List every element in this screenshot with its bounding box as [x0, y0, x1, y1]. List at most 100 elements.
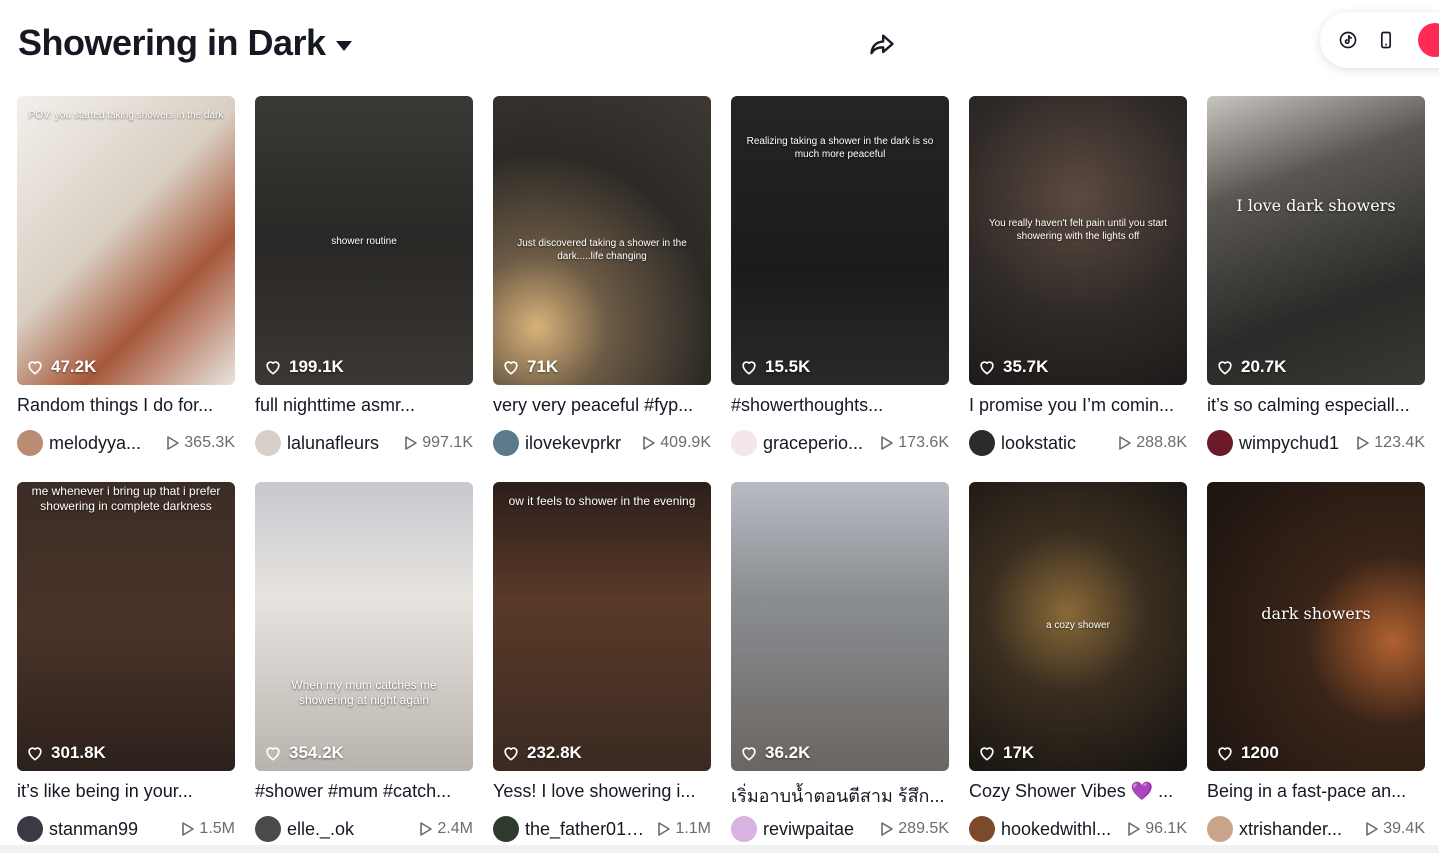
video-caption[interactable]: Random things I do for...: [17, 395, 235, 417]
video-caption[interactable]: very very peaceful #fyp...: [493, 395, 711, 417]
video-meta: reviwpaitae 289.5K: [731, 816, 949, 842]
avatar[interactable]: [1207, 430, 1233, 456]
video-caption[interactable]: Being in a fast-pace an...: [1207, 781, 1425, 803]
author-link[interactable]: ilovekevprkr: [493, 430, 621, 456]
tiktok-icon[interactable]: [1336, 28, 1360, 52]
video-caption[interactable]: it’s like being in your...: [17, 781, 235, 803]
author-name[interactable]: hookedwithl...: [1001, 819, 1111, 840]
video-caption[interactable]: #shower #mum #catch...: [255, 781, 473, 803]
author-link[interactable]: stanman99: [17, 816, 138, 842]
author-name[interactable]: reviwpaitae: [763, 819, 854, 840]
author-link[interactable]: reviwpaitae: [731, 816, 854, 842]
author-link[interactable]: lookstatic: [969, 430, 1076, 456]
video-caption[interactable]: #showerthoughts...: [731, 395, 949, 417]
like-count-text: 47.2K: [51, 357, 97, 376]
video-caption[interactable]: เริ่มอาบน้ำตอนตีสาม รู้สึก...: [731, 781, 949, 803]
like-count: 354.2K: [263, 743, 344, 763]
phone-icon[interactable]: [1374, 28, 1398, 52]
view-count-text: 173.6K: [898, 434, 949, 451]
avatar[interactable]: [255, 816, 281, 842]
heart-icon: [977, 743, 997, 763]
video-card[interactable]: shower routine 199.1K full nighttime asm…: [255, 96, 473, 482]
page-title: Showering in Dark: [18, 22, 326, 63]
video-thumbnail[interactable]: I love dark showers 20.7K: [1207, 96, 1425, 385]
author-name[interactable]: elle._.ok: [287, 819, 354, 840]
video-caption[interactable]: full nighttime asmr...: [255, 395, 473, 417]
avatar[interactable]: [493, 430, 519, 456]
video-card[interactable]: dark showers 1200 Being in a fast-pace a…: [1207, 482, 1425, 853]
video-thumbnail[interactable]: 36.2K: [731, 482, 949, 771]
video-thumbnail[interactable]: shower routine 199.1K: [255, 96, 473, 385]
video-meta: the_father0173 1.1M: [493, 816, 711, 842]
video-thumbnail[interactable]: When my mum catches me showering at nigh…: [255, 482, 473, 771]
video-card[interactable]: Just discovered taking a shower in the d…: [493, 96, 711, 482]
record-button[interactable]: [1418, 23, 1439, 57]
video-meta: stanman99 1.5M: [17, 816, 235, 842]
author-link[interactable]: wimpychud1: [1207, 430, 1339, 456]
like-count-text: 35.7K: [1003, 357, 1049, 376]
video-card[interactable]: You really haven't felt pain until you s…: [969, 96, 1187, 482]
like-count-text: 354.2K: [289, 743, 344, 762]
video-overlay-text: You really haven't felt pain until you s…: [988, 218, 1168, 242]
video-card[interactable]: 36.2K เริ่มอาบน้ำตอนตีสาม รู้สึก... revi…: [731, 482, 949, 853]
avatar[interactable]: [731, 430, 757, 456]
avatar[interactable]: [731, 816, 757, 842]
video-card[interactable]: POV: you started taking showers in the d…: [17, 96, 235, 482]
video-card[interactable]: I love dark showers 20.7K it’s so calmin…: [1207, 96, 1425, 482]
view-count: 997.1K: [404, 434, 473, 452]
avatar[interactable]: [255, 430, 281, 456]
video-thumbnail[interactable]: ow it feels to shower in the evening 232…: [493, 482, 711, 771]
video-thumbnail[interactable]: Just discovered taking a shower in the d…: [493, 96, 711, 385]
title-dropdown-caret-icon[interactable]: [335, 41, 352, 51]
avatar[interactable]: [1207, 816, 1233, 842]
author-link[interactable]: elle._.ok: [255, 816, 354, 842]
avatar[interactable]: [969, 430, 995, 456]
video-caption[interactable]: Cozy Shower Vibes 💜 ...: [969, 781, 1187, 803]
video-thumbnail[interactable]: a cozy shower 17K: [969, 482, 1187, 771]
avatar[interactable]: [493, 816, 519, 842]
author-link[interactable]: graceperio...: [731, 430, 863, 456]
video-thumbnail[interactable]: Realizing taking a shower in the dark is…: [731, 96, 949, 385]
share-button[interactable]: [865, 28, 899, 62]
author-name[interactable]: stanman99: [49, 819, 138, 840]
author-name[interactable]: ilovekevprkr: [525, 433, 621, 454]
video-card[interactable]: me whenever i bring up that i prefer sho…: [17, 482, 235, 853]
video-card[interactable]: a cozy shower 17K Cozy Shower Vibes 💜 ..…: [969, 482, 1187, 853]
video-card[interactable]: Realizing taking a shower in the dark is…: [731, 96, 949, 482]
page-bottom-edge: [0, 845, 1439, 853]
avatar[interactable]: [969, 816, 995, 842]
author-name[interactable]: xtrishander...: [1239, 819, 1342, 840]
author-link[interactable]: xtrishander...: [1207, 816, 1342, 842]
video-thumbnail[interactable]: me whenever i bring up that i prefer sho…: [17, 482, 235, 771]
like-count: 17K: [977, 743, 1034, 763]
play-icon: [419, 821, 433, 837]
author-name[interactable]: the_father0173: [525, 819, 645, 840]
author-name[interactable]: melodyya...: [49, 433, 141, 454]
video-meta: lalunafleurs 997.1K: [255, 430, 473, 456]
avatar[interactable]: [17, 430, 43, 456]
video-caption[interactable]: I promise you I’m comin...: [969, 395, 1187, 417]
video-overlay-text: Realizing taking a shower in the dark is…: [746, 136, 934, 160]
author-name[interactable]: graceperio...: [763, 433, 863, 454]
video-caption[interactable]: Yess! I love showering i...: [493, 781, 711, 803]
video-card[interactable]: When my mum catches me showering at nigh…: [255, 482, 473, 853]
video-meta: ilovekevprkr 409.9K: [493, 430, 711, 456]
play-icon: [880, 435, 894, 451]
video-thumbnail[interactable]: POV: you started taking showers in the d…: [17, 96, 235, 385]
author-link[interactable]: melodyya...: [17, 430, 141, 456]
video-thumbnail[interactable]: dark showers 1200: [1207, 482, 1425, 771]
video-caption[interactable]: it’s so calming especiall...: [1207, 395, 1425, 417]
avatar[interactable]: [17, 816, 43, 842]
author-link[interactable]: hookedwithl...: [969, 816, 1111, 842]
author-link[interactable]: lalunafleurs: [255, 430, 379, 456]
video-thumbnail[interactable]: You really haven't felt pain until you s…: [969, 96, 1187, 385]
author-link[interactable]: the_father0173: [493, 816, 645, 842]
video-card[interactable]: ow it feels to shower in the evening 232…: [493, 482, 711, 853]
author-name[interactable]: wimpychud1: [1239, 433, 1339, 454]
like-count: 15.5K: [739, 357, 810, 377]
author-name[interactable]: lalunafleurs: [287, 433, 379, 454]
view-count: 289.5K: [880, 820, 949, 838]
heart-icon: [501, 743, 521, 763]
video-overlay-text: dark showers: [1261, 604, 1371, 623]
author-name[interactable]: lookstatic: [1001, 433, 1076, 454]
